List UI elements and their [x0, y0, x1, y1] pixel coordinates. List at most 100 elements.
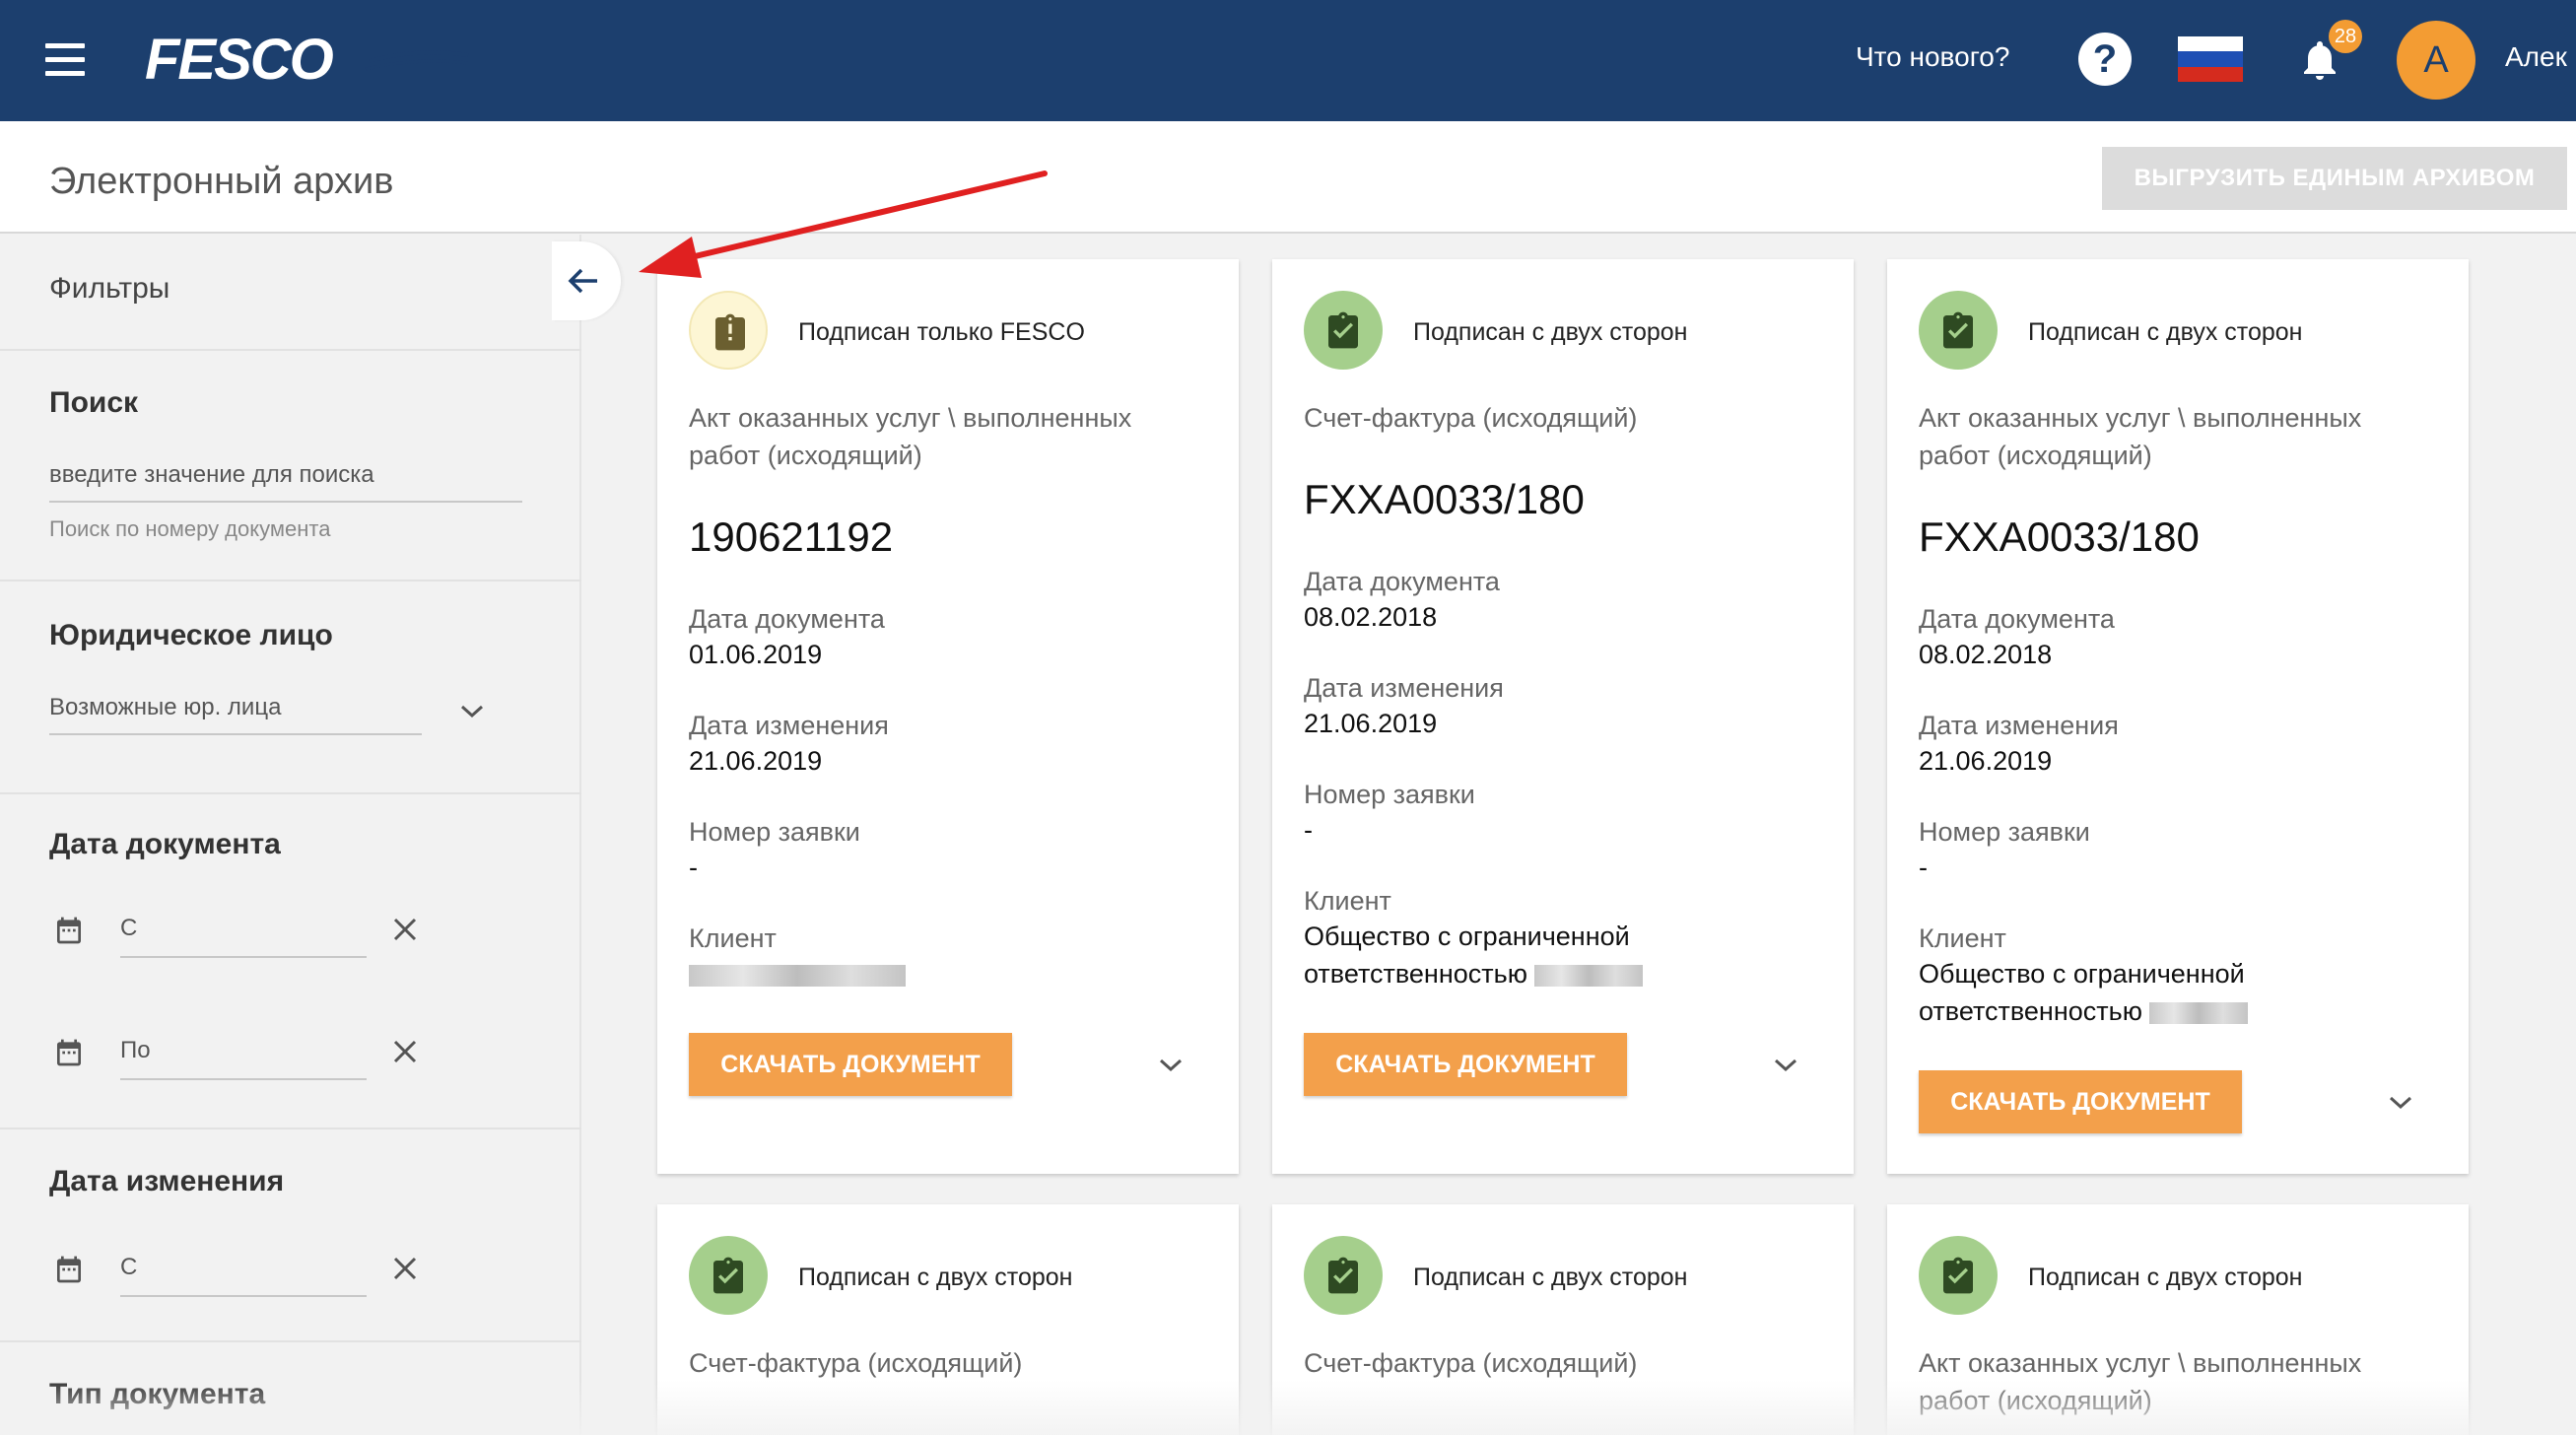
document-card: Подписан только FESCO Акт оказанных услу…	[657, 259, 1239, 1174]
client-line-2: ответственностью	[1919, 996, 2142, 1026]
document-card: Подписан с двух сторон Акт оказанных усл…	[1887, 259, 2469, 1174]
request-value: -	[689, 853, 698, 882]
arrow-left-icon	[568, 268, 597, 294]
export-archive-button[interactable]: ВЫГРУЗИТЬ ЕДИНЫМ АРХИВОМ	[2102, 147, 2567, 210]
status-text: Подписан с двух сторон	[798, 1264, 1073, 1291]
filters-title: Фильтры	[49, 272, 170, 305]
chevron-down-icon[interactable]	[2388, 1095, 2413, 1111]
doc-date-label: Дата документа	[1304, 567, 1500, 596]
help-icon[interactable]: ?	[2078, 33, 2132, 86]
doc-date-to-input[interactable]: По	[120, 1037, 367, 1080]
close-icon[interactable]	[392, 1256, 418, 1281]
top-app-bar: FESCO Что нового? ? 28 А Алек	[0, 0, 2576, 121]
change-date-title: Дата изменения	[49, 1165, 285, 1197]
doc-date-from-row: С	[49, 905, 443, 964]
avatar[interactable]: А	[2397, 21, 2475, 100]
annotation-arrow	[639, 171, 1048, 278]
change-date-section: Дата изменения С	[0, 1129, 581, 1342]
doc-date-label: Дата документа	[1919, 604, 2115, 634]
request-label: Номер заявки	[689, 817, 860, 847]
legal-entity-section: Юридическое лицо Возможные юр. лица	[0, 581, 581, 794]
doc-type: Счет-фактура (исходящий)	[689, 1348, 1023, 1378]
doc-date-value: 08.02.2018	[1919, 640, 2053, 669]
search-input[interactable]: введите значение для поиска	[49, 461, 522, 503]
status-text: Подписан с двух сторон	[1413, 1264, 1688, 1291]
status-icon	[1304, 291, 1383, 370]
search-title: Поиск	[49, 386, 139, 419]
clipboard-check-icon	[1943, 1257, 1973, 1294]
document-card: Подписан с двух сторон Счет-фактура (исх…	[657, 1204, 1239, 1435]
doc-date-label: Дата документа	[689, 604, 885, 634]
client-value: Общество с ограниченной ответственностью	[1919, 955, 2431, 1030]
doc-type: Акт оказанных услуг \ выполненных работ …	[1919, 403, 2362, 470]
download-button[interactable]: СКАЧАТЬ ДОКУМЕНТ	[1304, 1033, 1627, 1096]
status-icon	[1919, 291, 1998, 370]
close-icon[interactable]	[392, 1039, 418, 1064]
fesco-logo[interactable]: FESCO	[143, 30, 473, 87]
change-date-label: Дата изменения	[1919, 711, 2119, 740]
request-label: Номер заявки	[1304, 780, 1475, 809]
calendar-icon[interactable]	[53, 1037, 85, 1068]
collapse-sidebar-button[interactable]	[552, 241, 621, 320]
close-icon[interactable]	[392, 917, 418, 942]
doc-date-from-input[interactable]: С	[120, 915, 367, 958]
whats-new-link[interactable]: Что нового?	[1856, 41, 2009, 73]
client-label: Клиент	[1919, 923, 2006, 953]
change-date-value: 21.06.2019	[689, 746, 823, 776]
status-icon	[689, 291, 768, 370]
chevron-down-icon[interactable]	[459, 704, 485, 719]
chevron-down-icon[interactable]	[1773, 1058, 1798, 1073]
change-date-from-input[interactable]: С	[120, 1254, 367, 1297]
request-value: -	[1919, 853, 1928, 882]
page-header: Электронный архив ВЫГРУЗИТЬ ЕДИНЫМ АРХИВ…	[0, 121, 2576, 234]
status-text: Подписан с двух сторон	[2028, 1264, 2303, 1291]
download-button[interactable]: СКАЧАТЬ ДОКУМЕНТ	[1919, 1070, 2242, 1133]
clipboard-check-icon	[713, 1257, 743, 1294]
redacted-client	[2149, 1001, 2249, 1024]
calendar-icon[interactable]	[53, 915, 85, 946]
doc-number: FXXA0033/180	[1304, 476, 1585, 522]
client-line-1: Общество с ограниченной	[1304, 922, 1630, 951]
doc-type: Акт оказанных услуг \ выполненных работ …	[1919, 1348, 2362, 1415]
status-text: Подписан только FESCO	[798, 318, 1085, 346]
request-label: Номер заявки	[1919, 817, 2090, 847]
svg-text:FESCO: FESCO	[145, 30, 334, 87]
legal-entity-select[interactable]: Возможные юр. лица	[49, 694, 422, 735]
doc-date-section: Дата документа С По	[0, 794, 581, 1129]
status-text: Подписан с двух сторон	[2028, 318, 2303, 346]
client-label: Клиент	[689, 923, 777, 953]
client-value	[689, 955, 1201, 992]
client-value: Общество с ограниченной ответственностью	[1304, 918, 1816, 992]
change-date-label: Дата изменения	[1304, 673, 1504, 703]
doc-date-to-row: По	[49, 1027, 443, 1086]
doc-number: FXXA0033/180	[1919, 513, 2200, 560]
clipboard-check-icon	[1328, 311, 1358, 349]
menu-icon[interactable]	[45, 43, 85, 77]
doc-type: Счет-фактура (исходящий)	[1304, 1348, 1638, 1378]
change-date-label: Дата изменения	[689, 711, 889, 740]
doc-type: Счет-фактура (исходящий)	[1304, 403, 1638, 433]
filters-sidebar: Фильтры Поиск введите значение для поиск…	[0, 235, 581, 1435]
redacted-client	[1534, 964, 1644, 987]
user-name[interactable]: Алек	[2505, 41, 2567, 73]
status-icon	[689, 1236, 768, 1315]
calendar-icon[interactable]	[53, 1254, 85, 1285]
russia-flag-icon[interactable]	[2178, 36, 2243, 82]
client-label: Клиент	[1304, 886, 1391, 916]
document-card: Подписан с двух сторон Счет-фактура (исх…	[1272, 259, 1854, 1174]
change-date-from-row: С	[49, 1244, 443, 1303]
search-hint: Поиск по номеру документа	[49, 516, 331, 541]
clipboard-check-icon	[1328, 1257, 1358, 1294]
clipboard-check-icon	[1943, 311, 1973, 349]
status-icon	[1304, 1236, 1383, 1315]
filters-header: Фильтры	[0, 235, 581, 351]
client-line-2: ответственностью	[1304, 959, 1527, 989]
document-card: Подписан с двух сторон Счет-фактура (исх…	[1272, 1204, 1854, 1435]
request-value: -	[1304, 815, 1313, 845]
status-icon	[1919, 1236, 1998, 1315]
client-line-1: Общество с ограниченной	[1919, 959, 2245, 989]
change-date-value: 21.06.2019	[1919, 746, 2053, 776]
download-button[interactable]: СКАЧАТЬ ДОКУМЕНТ	[689, 1033, 1012, 1096]
chevron-down-icon[interactable]	[1158, 1058, 1184, 1073]
doc-date-value: 01.06.2019	[689, 640, 823, 669]
